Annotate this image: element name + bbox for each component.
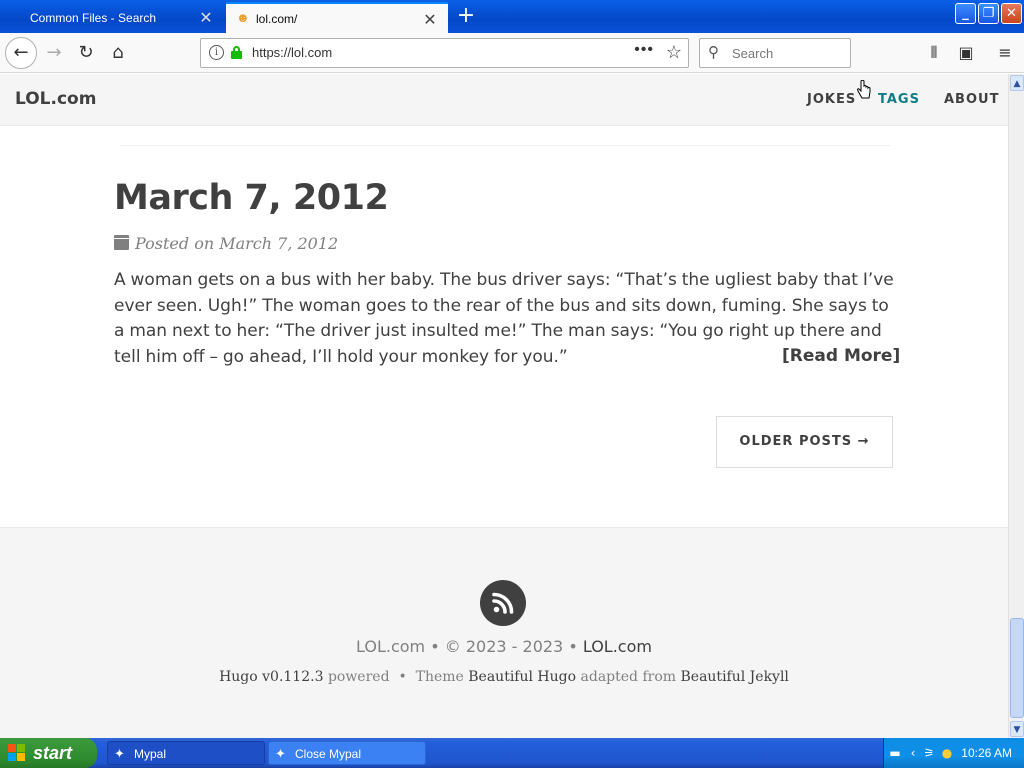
close-window-button[interactable]: ✕ bbox=[1001, 3, 1022, 24]
security-shield-icon[interactable]: ● bbox=[940, 746, 954, 760]
post-text: A woman gets on a bus with her baby. The… bbox=[114, 270, 894, 367]
search-placeholder: Search bbox=[732, 46, 774, 61]
older-posts-button[interactable]: OLDER POSTS → bbox=[716, 416, 893, 468]
tab-label: lol.com/ bbox=[256, 11, 298, 26]
taskbar-item-mypal[interactable]: ✦ Mypal bbox=[107, 741, 265, 765]
footer-site-link[interactable]: LOL.com bbox=[583, 637, 652, 656]
close-tab-icon[interactable]: ✕ bbox=[198, 8, 214, 28]
nav-tags[interactable]: TAGS bbox=[878, 92, 920, 107]
keyboard-icon[interactable]: ▬ bbox=[888, 746, 902, 760]
search-icon: ⚲ bbox=[708, 44, 719, 61]
post-title[interactable]: March 7, 2012 bbox=[114, 178, 389, 218]
search-input[interactable]: ⚲ Search bbox=[699, 38, 851, 68]
start-label: start bbox=[33, 743, 73, 763]
jekyll-link[interactable]: Beautiful Jekyll bbox=[681, 669, 789, 685]
restore-window-button[interactable]: ❐ bbox=[978, 3, 999, 24]
adapted-text: adapted from bbox=[580, 669, 677, 685]
tab-label: Common Files - Search bbox=[30, 10, 157, 25]
home-icon[interactable]: ⌂ bbox=[104, 39, 132, 67]
theme-link[interactable]: Beautiful Hugo bbox=[468, 669, 576, 685]
tab-lol[interactable]: ☻ lol.com/ ✕ bbox=[226, 2, 448, 33]
sidebar-icon[interactable]: ▣ bbox=[954, 39, 978, 67]
nav-about[interactable]: ABOUT bbox=[944, 92, 999, 107]
start-button[interactable]: start bbox=[0, 738, 97, 768]
new-tab-icon[interactable]: + bbox=[456, 5, 476, 27]
url-bar[interactable]: i https://lol.com ••• ☆ bbox=[200, 38, 689, 68]
system-tray: ▬ ‹ ⚞ ● 10:26 AM bbox=[883, 738, 1024, 768]
page-actions-icon[interactable]: ••• bbox=[634, 41, 654, 59]
powered-text: powered bbox=[327, 669, 390, 685]
minimize-window-button[interactable]: _ bbox=[955, 3, 976, 24]
forward-arrow-icon[interactable]: → bbox=[40, 39, 68, 67]
taskbar-item-label: Mypal bbox=[134, 747, 167, 761]
footer-separator: • bbox=[568, 637, 578, 656]
scroll-down-icon[interactable]: ▼ bbox=[1010, 721, 1024, 737]
footer-copyright: LOL.com • © 2023 - 2023 • LOL.com bbox=[0, 637, 1008, 656]
taskbar-item-label: Close Mypal bbox=[295, 747, 362, 761]
page-content: LOL.com JOKES TAGS ABOUT March 7, 2012 P… bbox=[0, 74, 1008, 738]
footer-credits: Hugo v0.112.3 powered • Theme Beautiful … bbox=[219, 669, 789, 685]
url-text[interactable]: https://lol.com bbox=[252, 45, 332, 60]
site-footer: LOL.com • © 2023 - 2023 • LOL.com Hugo v… bbox=[0, 527, 1008, 738]
post-excerpt: A woman gets on a bus with her baby. The… bbox=[114, 268, 894, 370]
windows-taskbar: start ✦ Mypal ✦ Close Mypal ▬ ‹ ⚞ ● 10:2… bbox=[0, 738, 1024, 768]
reload-icon[interactable]: ↻ bbox=[72, 39, 100, 67]
lock-icon[interactable] bbox=[231, 46, 242, 59]
calendar-icon bbox=[114, 235, 129, 250]
library-icon[interactable]: ⫴ bbox=[922, 39, 946, 67]
hamburger-menu-icon[interactable]: ≡ bbox=[993, 39, 1017, 67]
rss-icon[interactable] bbox=[480, 580, 526, 626]
post-meta: Posted on March 7, 2012 bbox=[114, 234, 338, 253]
hand-cursor-icon bbox=[857, 80, 871, 99]
bookmark-star-icon[interactable]: ☆ bbox=[666, 42, 682, 63]
taskbar-clock[interactable]: 10:26 AM bbox=[961, 746, 1012, 760]
close-tab-icon[interactable]: ✕ bbox=[422, 10, 438, 30]
browser-toolbar: ← → ↻ ⌂ i https://lol.com ••• ☆ ⚲ Search… bbox=[0, 33, 1024, 73]
scroll-up-icon[interactable]: ▲ bbox=[1010, 75, 1024, 91]
theme-text: Theme bbox=[415, 669, 464, 685]
hugo-link[interactable]: Hugo v0.112.3 bbox=[219, 669, 323, 685]
read-more-link[interactable]: [Read More] bbox=[782, 346, 900, 366]
network-icon[interactable]: ⚞ bbox=[922, 746, 936, 760]
taskbar-item-close-mypal[interactable]: ✦ Close Mypal bbox=[268, 741, 426, 765]
post-divider bbox=[120, 145, 890, 146]
site-navbar: LOL.com JOKES TAGS ABOUT bbox=[0, 74, 1008, 126]
tray-expand-icon[interactable]: ‹ bbox=[906, 746, 920, 760]
site-brand[interactable]: LOL.com bbox=[15, 89, 96, 109]
footer-site-name: LOL.com bbox=[356, 637, 426, 656]
mypal-app-icon: ✦ bbox=[114, 746, 125, 761]
scrollbar-thumb[interactable] bbox=[1010, 618, 1024, 718]
info-icon[interactable]: i bbox=[209, 45, 224, 60]
post-date: Posted on March 7, 2012 bbox=[135, 234, 339, 253]
footer-copyright-text: • © 2023 - 2023 bbox=[430, 637, 564, 656]
windows-flag-icon bbox=[8, 744, 26, 762]
window-titlebar: Common Files - Search ✕ ☻ lol.com/ ✕ + _… bbox=[0, 0, 1024, 33]
nav-jokes[interactable]: JOKES bbox=[807, 92, 856, 107]
site-favicon-icon: ☻ bbox=[236, 10, 250, 25]
tab-common-files[interactable]: Common Files - Search ✕ bbox=[0, 2, 224, 33]
back-arrow-icon[interactable]: ← bbox=[5, 37, 37, 69]
mypal-app-icon: ✦ bbox=[275, 746, 286, 761]
vertical-scrollbar[interactable]: ▲ ▼ bbox=[1008, 74, 1024, 738]
